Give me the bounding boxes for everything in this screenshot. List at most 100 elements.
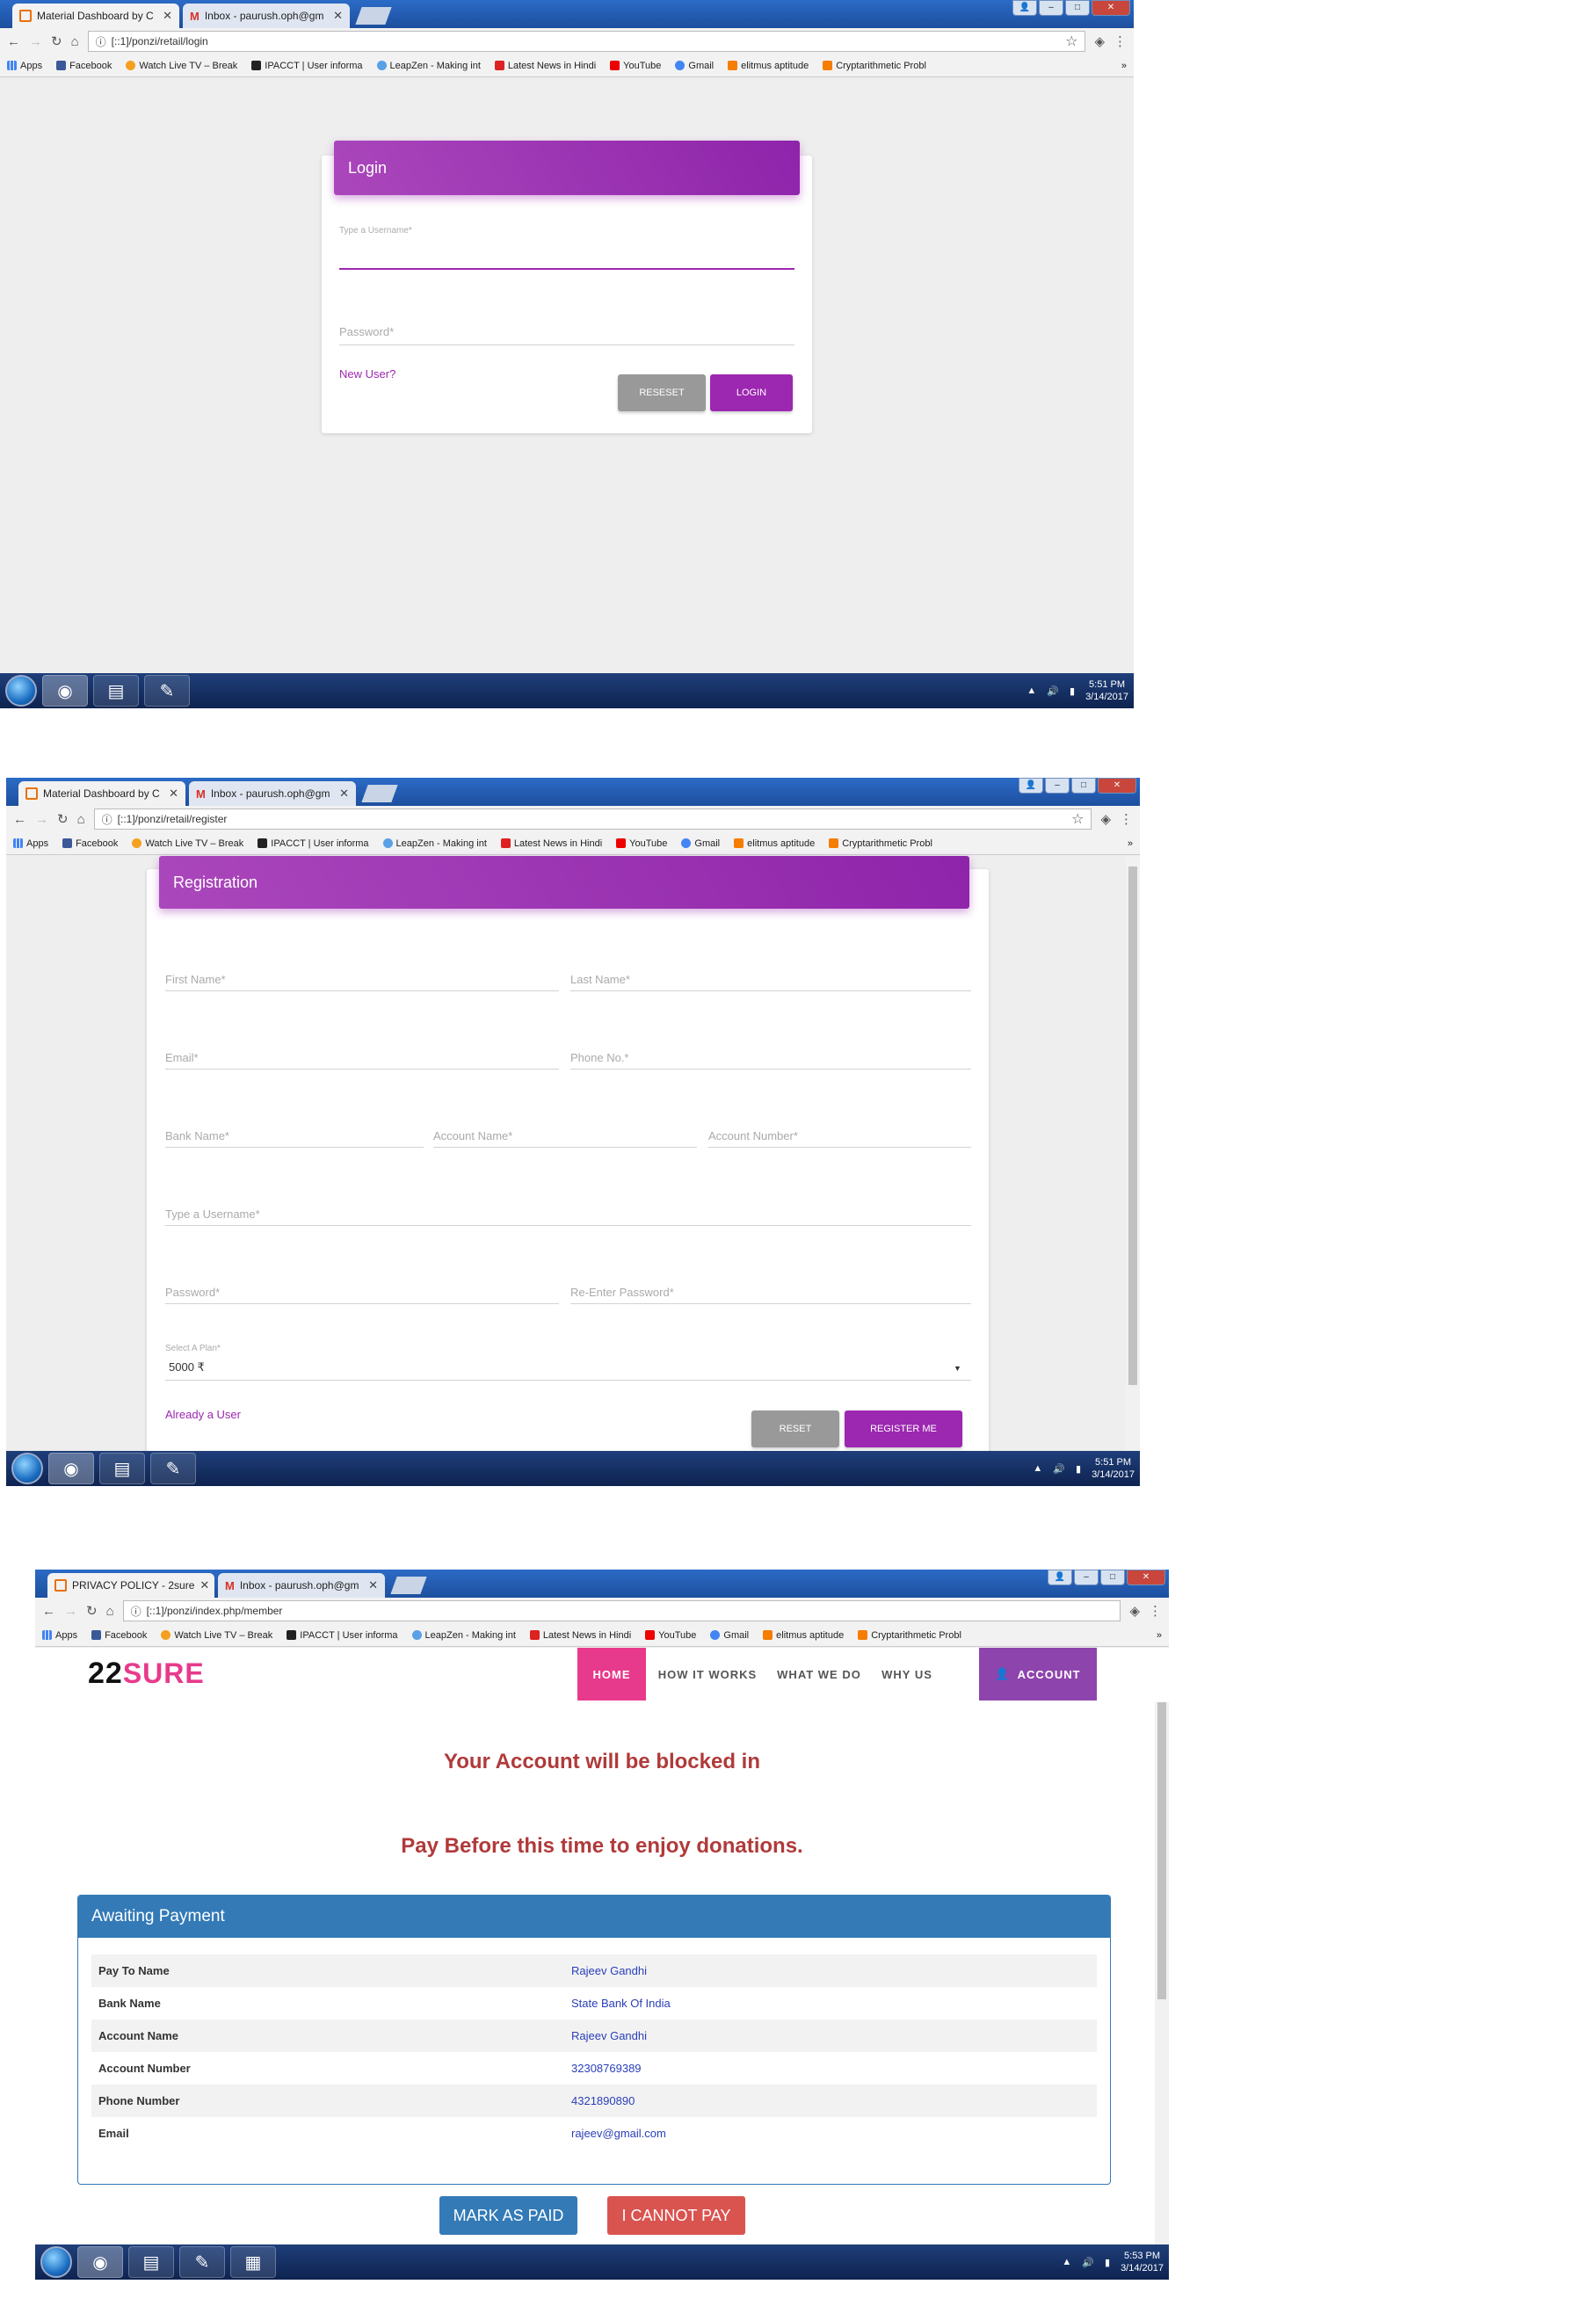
dropdown-caret-icon[interactable]: ▼ [954, 1364, 961, 1373]
bookmark-elitmus[interactable]: elitmus aptitude [763, 1630, 844, 1641]
tray-arrow-icon[interactable]: ▲ [1062, 2257, 1071, 2267]
bookmark-apps[interactable]: Apps [7, 61, 42, 71]
new-tab-button[interactable] [355, 7, 392, 25]
bookmark-ipacct[interactable]: IPACCT | User informa [287, 1630, 398, 1641]
close-tab-icon[interactable]: ✕ [339, 787, 349, 801]
login-button[interactable]: LOGIN [710, 374, 793, 411]
page-scrollbar[interactable] [1155, 1648, 1169, 2244]
tab-gmail[interactable]: M Inbox - paurush.oph@gm ✕ [218, 1573, 385, 1598]
tray-arrow-icon[interactable]: ▲ [1033, 1463, 1042, 1474]
paint-taskbar-icon[interactable]: ✎ [150, 1453, 196, 1484]
bookmark-gmail[interactable]: Gmail [675, 61, 714, 71]
bookmark-live-tv[interactable]: Watch Live TV – Break [161, 1630, 272, 1641]
page-scrollbar[interactable] [1126, 856, 1140, 1451]
bookmark-news[interactable]: Latest News in Hindi [529, 1630, 631, 1641]
volume-icon[interactable]: 🔊 [1082, 2257, 1094, 2268]
chart-taskbar-icon[interactable]: ▦ [230, 2246, 276, 2278]
close-window-button[interactable]: ✕ [1127, 1570, 1165, 1585]
close-window-button[interactable]: ✕ [1092, 0, 1130, 16]
tab-privacy-policy[interactable]: PRIVACY POLICY - 2sure ✕ [47, 1573, 214, 1598]
account-name-input[interactable] [433, 1147, 697, 1148]
minimize-button[interactable]: – [1074, 1570, 1099, 1585]
home-icon[interactable]: ⌂ [77, 812, 85, 827]
reset-button[interactable]: RESESET [618, 374, 706, 411]
password-input[interactable] [339, 344, 794, 345]
bookmark-leapzen[interactable]: LeapZen - Making int [376, 61, 481, 71]
nav-account[interactable]: 👤 ACCOUNT [979, 1648, 1097, 1700]
username-input[interactable] [339, 268, 794, 270]
bookmark-facebook[interactable]: Facebook [91, 1630, 147, 1641]
url-input[interactable]: ⓘ [::1]/ponzi/retail/login ☆ [87, 31, 1086, 52]
windows-start-icon[interactable] [11, 1453, 43, 1484]
new-user-link[interactable]: New User? [339, 367, 395, 381]
reload-icon[interactable]: ↻ [57, 811, 69, 827]
bookmark-leapzen[interactable]: LeapZen - Making int [382, 838, 487, 849]
forward-icon[interactable]: → [64, 1604, 77, 1619]
tab-gmail[interactable]: M Inbox - paurush.oph@gm ✕ [189, 781, 356, 806]
bookmark-news[interactable]: Latest News in Hindi [500, 838, 602, 849]
tab-gmail[interactable]: M Inbox - paurush.oph@gm ✕ [183, 4, 350, 28]
bookmark-ipacct[interactable]: IPACCT | User informa [251, 61, 363, 71]
bookmark-youtube[interactable]: YouTube [610, 61, 661, 71]
windows-start-icon[interactable] [5, 675, 37, 707]
bookmark-cryptarithmetic[interactable]: Cryptarithmetic Probl [823, 61, 926, 71]
close-window-button[interactable]: ✕ [1098, 778, 1136, 794]
paint-taskbar-icon[interactable]: ✎ [144, 675, 190, 707]
clock[interactable]: 5:53 PM 3/14/2017 [1121, 2250, 1164, 2274]
bookmark-facebook[interactable]: Facebook [56, 61, 112, 71]
cannot-pay-button[interactable]: I CANNOT PAY [607, 2196, 745, 2235]
bookmark-gmail[interactable]: Gmail [681, 838, 720, 849]
folder-taskbar-icon[interactable]: ▤ [128, 2246, 174, 2278]
menu-icon[interactable]: ⋮ [1120, 811, 1133, 827]
back-icon[interactable]: ← [13, 812, 26, 827]
reenter-password-input[interactable] [570, 1303, 971, 1304]
site-logo[interactable]: 22SURE [88, 1657, 205, 1691]
extension-icon[interactable]: ◈ [1129, 1603, 1140, 1619]
bookmark-live-tv[interactable]: Watch Live TV – Break [126, 61, 237, 71]
menu-icon[interactable]: ⋮ [1114, 33, 1127, 49]
volume-icon[interactable]: 🔊 [1053, 1463, 1065, 1475]
tab-material-dashboard[interactable]: Material Dashboard by C ✕ [12, 4, 179, 28]
folder-taskbar-icon[interactable]: ▤ [93, 675, 139, 707]
bookmark-elitmus[interactable]: elitmus aptitude [728, 61, 809, 71]
tray-arrow-icon[interactable]: ▲ [1027, 685, 1036, 696]
forward-icon[interactable]: → [35, 812, 48, 827]
last-name-input[interactable] [570, 990, 971, 991]
minimize-button[interactable]: – [1045, 778, 1070, 794]
reset-button[interactable]: RESET [751, 1410, 839, 1447]
network-icon[interactable]: ▮ [1105, 2257, 1110, 2268]
reload-icon[interactable]: ↻ [86, 1603, 98, 1619]
bookmark-live-tv[interactable]: Watch Live TV – Break [132, 838, 243, 849]
close-tab-icon[interactable]: ✕ [169, 787, 178, 801]
folder-taskbar-icon[interactable]: ▤ [99, 1453, 145, 1484]
network-icon[interactable]: ▮ [1076, 1463, 1081, 1475]
maximize-button[interactable]: □ [1065, 0, 1090, 16]
user-icon[interactable]: 👤 [1012, 0, 1037, 16]
url-input[interactable]: ⓘ [::1]/ponzi/index.php/member [122, 1600, 1121, 1621]
mark-as-paid-button[interactable]: MARK AS PAID [439, 2196, 577, 2235]
tab-material-dashboard[interactable]: Material Dashboard by C ✕ [18, 781, 185, 806]
first-name-input[interactable] [165, 990, 559, 991]
close-tab-icon[interactable]: ✕ [200, 1578, 209, 1592]
more-bookmarks-button[interactable]: » [1128, 838, 1133, 849]
bookmark-elitmus[interactable]: elitmus aptitude [734, 838, 815, 849]
scrollbar-thumb[interactable] [1128, 867, 1137, 1385]
bookmark-cryptarithmetic[interactable]: Cryptarithmetic Probl [858, 1630, 961, 1641]
account-number-input[interactable] [708, 1147, 971, 1148]
forward-icon[interactable]: → [29, 34, 42, 49]
new-tab-button[interactable] [390, 1577, 427, 1594]
back-icon[interactable]: ← [7, 34, 20, 49]
extension-icon[interactable]: ◈ [1094, 33, 1105, 49]
reload-icon[interactable]: ↻ [51, 33, 62, 49]
email-input[interactable] [165, 1069, 559, 1070]
bookmark-youtube[interactable]: YouTube [616, 838, 667, 849]
url-input[interactable]: ⓘ [::1]/ponzi/retail/register ☆ [93, 809, 1092, 830]
close-tab-icon[interactable]: ✕ [333, 9, 343, 23]
chrome-taskbar-icon[interactable]: ◉ [48, 1453, 94, 1484]
bookmark-ipacct[interactable]: IPACCT | User informa [258, 838, 369, 849]
username-input[interactable] [165, 1225, 971, 1226]
nav-how-it-works[interactable]: HOW IT WORKS [650, 1648, 765, 1700]
phone-input[interactable] [570, 1069, 971, 1070]
close-tab-icon[interactable]: ✕ [163, 9, 172, 23]
bookmark-news[interactable]: Latest News in Hindi [494, 61, 596, 71]
